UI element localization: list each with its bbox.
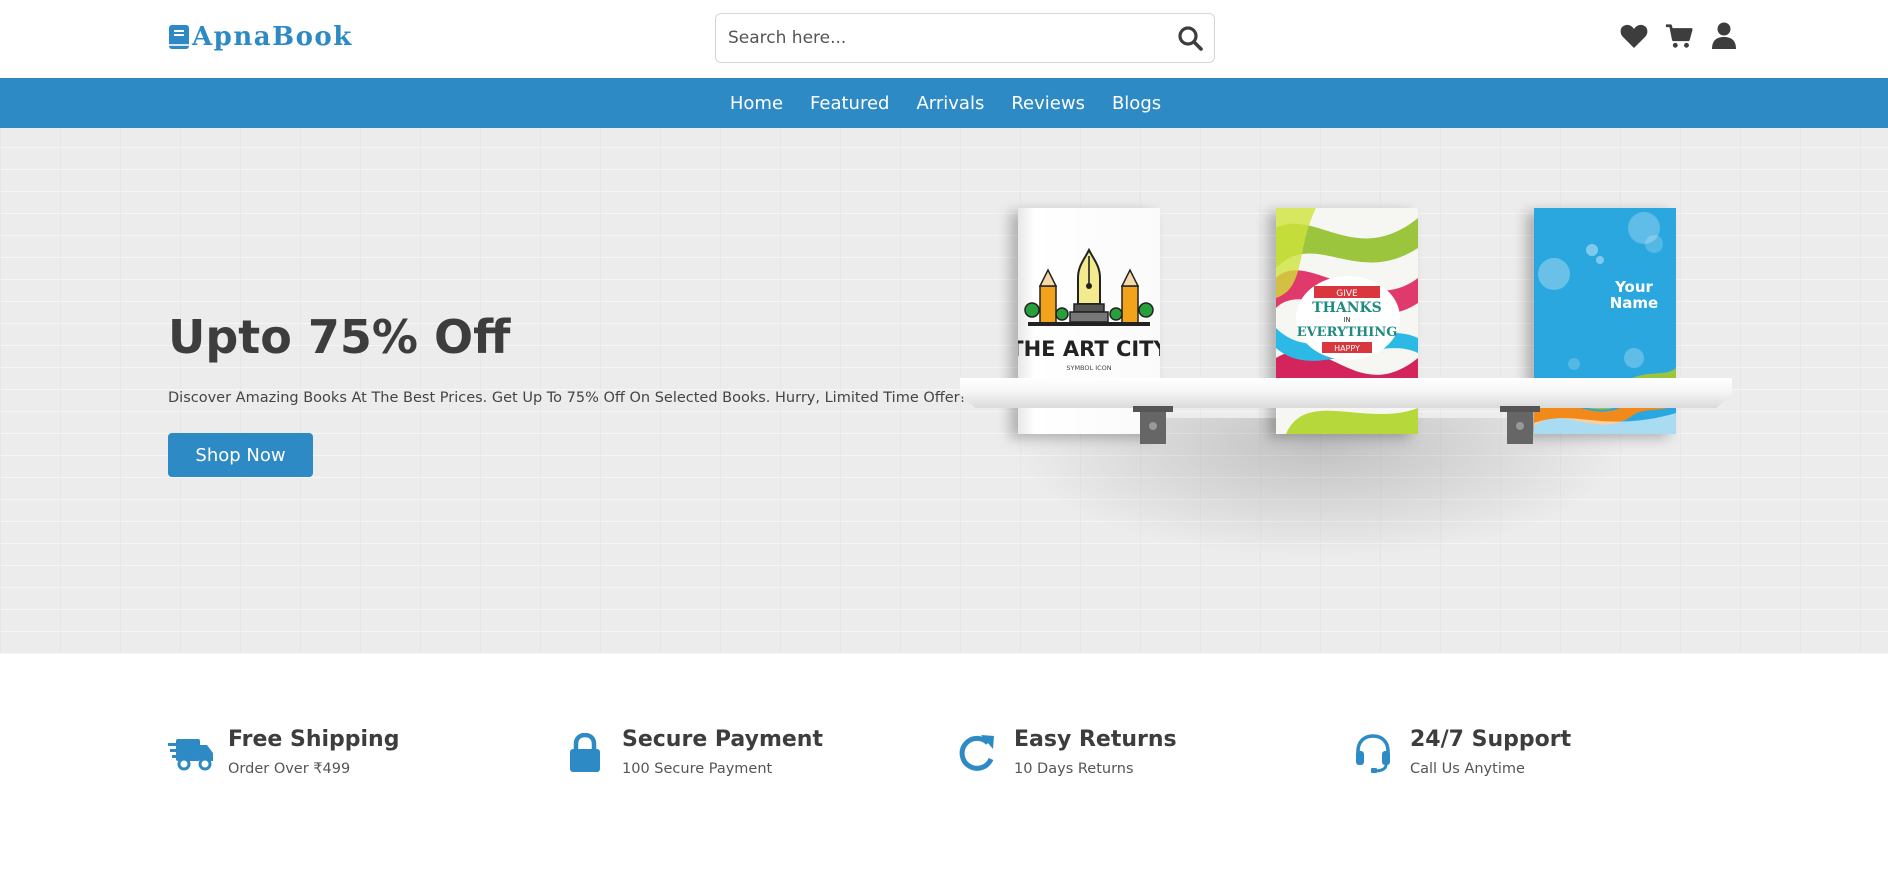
feature-easy-returns: Easy Returns 10 Days Returns [954,725,1177,777]
feature-subtitle: 100 Secure Payment [622,761,773,777]
feature-free-shipping: Free Shipping Order Over ₹499 [168,725,399,777]
feature-title: Secure Payment [622,727,823,752]
hero-title: Upto 75% Off [168,310,511,364]
feature-subtitle: Call Us Anytime [1410,761,1525,777]
book1-subtitle: SYMBOL ICON [1066,364,1111,372]
user-icon [1712,22,1736,49]
bookshelf-illustration: THE ART CITY SYMBOL ICON GIVE THANKS IN … [950,188,1740,608]
main-nav: Home Featured Arrivals Reviews Blogs [0,78,1888,128]
hero-banner: Upto 75% Off Discover Amazing Books At T… [0,128,1888,654]
nav-reviews[interactable]: Reviews [1011,93,1085,114]
nav-home[interactable]: Home [730,93,783,114]
search-button[interactable] [1166,14,1214,62]
nav-arrivals[interactable]: Arrivals [916,93,984,114]
book1-title: THE ART CITY [1018,337,1160,361]
feature-subtitle: Order Over ₹499 [228,761,351,777]
book-icon [169,25,189,49]
cart-button[interactable] [1665,22,1693,50]
search-icon [1178,26,1203,51]
shelf-bracket-right [1500,406,1540,444]
account-button[interactable] [1710,22,1738,50]
lock-icon [562,730,608,776]
truck-icon [168,730,214,776]
feature-title: Free Shipping [228,727,400,752]
search-form [715,13,1215,63]
book2-line5: HAPPY [1334,344,1360,353]
search-input[interactable] [716,14,1166,62]
shelf-bracket-left [1133,406,1173,444]
book2-line3: IN [1343,316,1350,324]
redo-icon [954,730,1000,776]
feature-subtitle: 10 Days Returns [1014,761,1134,777]
feature-title: Easy Returns [1014,727,1177,752]
heart-icon [1620,24,1648,48]
wall-shelf [960,378,1732,408]
book2-line2: THANKS [1312,300,1382,316]
book2-line1: GIVE [1336,289,1358,299]
wishlist-button[interactable] [1620,22,1648,50]
nav-featured[interactable]: Featured [810,93,889,114]
shop-now-button[interactable]: Shop Now [168,433,313,477]
feature-title: 24/7 Support [1410,727,1572,752]
book2-line4: EVERYTHING [1297,325,1398,340]
brand-name: ApnaBook [192,22,353,52]
site-header: ApnaBook [0,0,1888,78]
header-actions [1620,22,1738,50]
nav-blogs[interactable]: Blogs [1112,93,1161,114]
cart-icon [1665,24,1693,48]
hero-subtitle: Discover Amazing Books At The Best Price… [168,390,966,406]
feature-support: 24/7 Support Call Us Anytime [1350,725,1571,777]
feature-secure-payment: Secure Payment 100 Secure Payment [562,725,823,777]
headset-icon [1350,730,1396,776]
brand-logo[interactable]: ApnaBook [168,22,353,52]
book3-line2: Name [1610,294,1658,312]
